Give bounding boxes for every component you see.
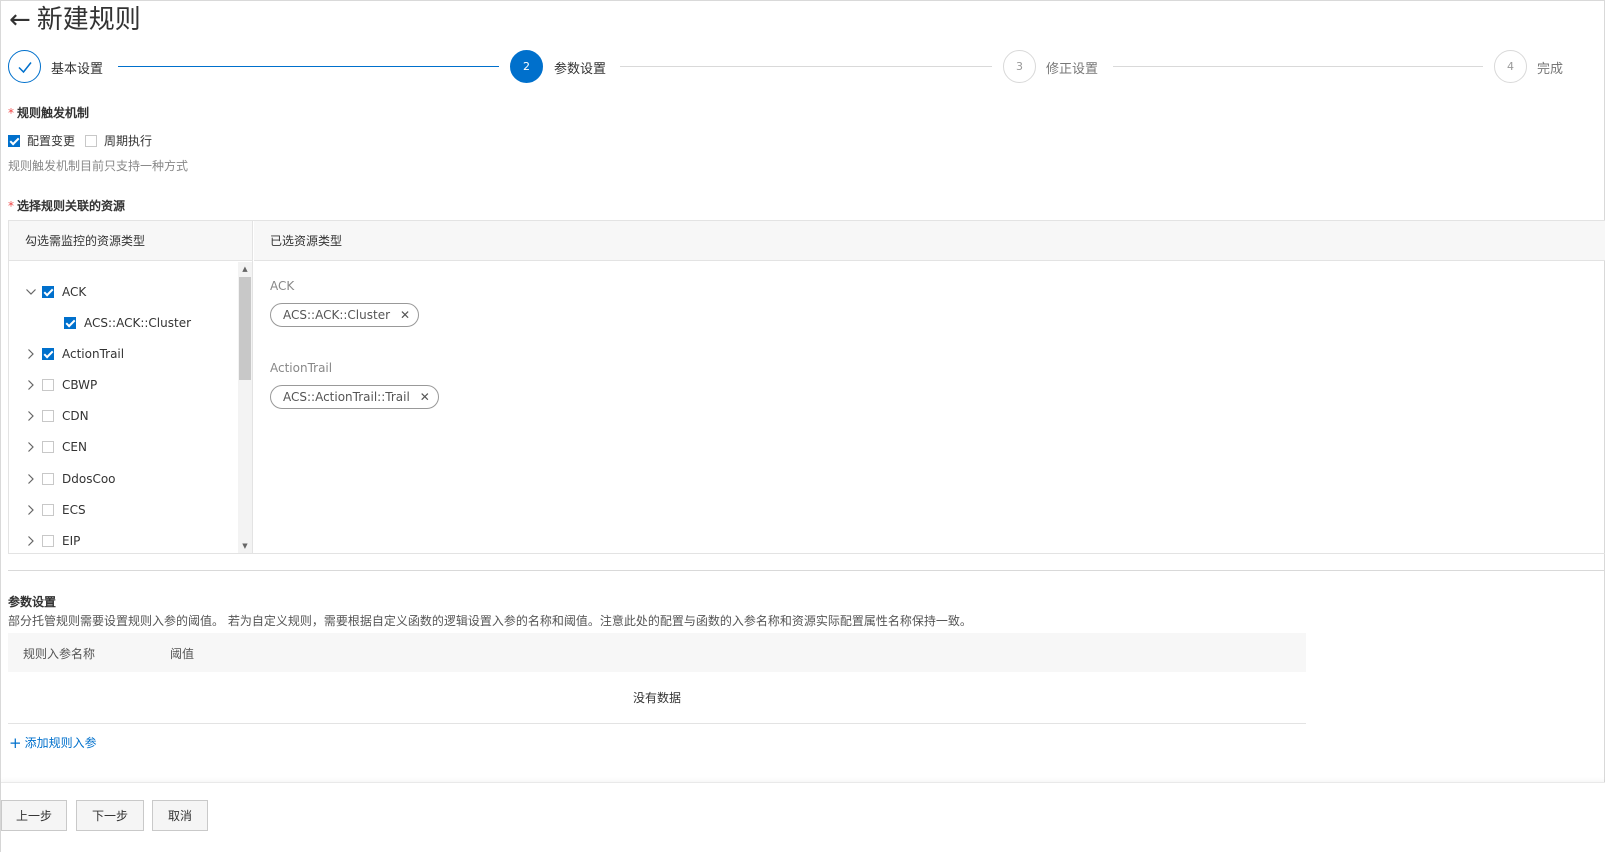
checkbox-checked[interactable] (64, 317, 76, 329)
column-header-name: 规则入参名称 (23, 647, 96, 661)
right-pane-header: 已选资源类型 (254, 221, 1605, 261)
step-indicator: 基本设置 2 参数设置 3 修正设置 4 完成 (8, 50, 1605, 84)
tree-item-cbwp[interactable]: CBWP (25, 375, 97, 395)
checkbox-unchecked[interactable] (42, 379, 54, 391)
chevron-right-icon[interactable] (25, 473, 37, 485)
checkbox-unchecked[interactable] (42, 410, 54, 422)
checkbox-checked[interactable] (42, 286, 54, 298)
tree-item-eip[interactable]: EIP (25, 531, 80, 551)
cancel-button[interactable]: 取消 (152, 800, 208, 831)
column-header-threshold: 阈值 (170, 647, 195, 661)
tree-item-ack-cluster[interactable]: ACS::ACK::Cluster (64, 313, 191, 333)
resource-tree: ACK ACS::ACK::Cluster ActionTrail CBWP C… (9, 262, 237, 553)
step-2-number: 2 (510, 50, 543, 83)
chevron-right-icon[interactable] (25, 504, 37, 516)
plus-icon: + (9, 733, 22, 752)
checkbox-unchecked[interactable] (42, 473, 54, 485)
tree-item-actiontrail[interactable]: ActionTrail (25, 344, 124, 364)
page-header: ← 新建规则 (9, 3, 141, 37)
trigger-options: 配置变更 周期执行 (8, 132, 162, 149)
selected-group-title: ACK (270, 279, 295, 293)
checkbox-unchecked[interactable] (42, 535, 54, 547)
resource-tree-pane: 勾选需监控的资源类型 ACK ACS::ACK::Cluster ActionT… (9, 221, 253, 553)
table-header: 规则入参名称 阈值 (8, 633, 1306, 672)
close-icon[interactable]: ✕ (420, 390, 430, 404)
trigger-hint: 规则触发机制目前只支持一种方式 (8, 159, 189, 173)
step-connector (1113, 66, 1483, 67)
arrow-left-icon[interactable]: ← (9, 5, 31, 35)
params-title: 参数设置 (8, 595, 57, 609)
chevron-right-icon[interactable] (25, 379, 37, 391)
tree-scrollbar[interactable]: ▲ ▼ (238, 262, 252, 553)
params-description: 部分托管规则需要设置规则入参的阈值。 若为自定义规则，需要根据自定义函数的逻辑设… (8, 614, 972, 628)
required-mark: * (8, 106, 14, 120)
checkbox-unchecked[interactable] (42, 441, 54, 453)
chevron-right-icon[interactable] (25, 441, 37, 453)
step-3-label: 修正设置 (1046, 62, 1099, 77)
resource-label: * 选择规则关联的资源 (8, 199, 126, 213)
resource-transfer: 勾选需监控的资源类型 ACK ACS::ACK::Cluster ActionT… (8, 220, 1605, 554)
page-title: 新建规则 (36, 5, 141, 35)
checkbox-unchecked[interactable] (42, 504, 54, 516)
chevron-down-icon[interactable] (25, 286, 37, 298)
tree-item-ecs[interactable]: ECS (25, 500, 86, 520)
params-table: 规则入参名称 阈值 没有数据 (8, 633, 1306, 725)
selected-resources-pane: 已选资源类型 ACK ACS::ACK::Cluster ✕ ActionTra… (254, 221, 1605, 553)
selected-tag: ACS::ActionTrail::Trail ✕ (270, 385, 439, 409)
section-divider (8, 570, 1605, 571)
trigger-option-periodic[interactable]: 周期执行 (85, 132, 152, 149)
scroll-up-icon[interactable]: ▲ (238, 262, 252, 276)
chevron-right-icon[interactable] (25, 535, 37, 547)
step-connector (620, 66, 992, 67)
prev-button[interactable]: 上一步 (1, 800, 67, 831)
selected-group-title: ActionTrail (270, 361, 333, 375)
chevron-right-icon[interactable] (25, 348, 37, 360)
step-3-number: 3 (1003, 50, 1036, 83)
footer-bar: 上一步 下一步 取消 (1, 782, 1605, 852)
checkbox-checked[interactable] (8, 134, 20, 147)
left-pane-header: 勾选需监控的资源类型 (9, 221, 252, 261)
step-1-check-icon (8, 50, 41, 83)
page-frame: ← 新建规则 基本设置 2 参数设置 3 修正设置 4 完成 * 规则触发机制 配… (0, 0, 1605, 852)
trigger-label: * 规则触发机制 (8, 106, 90, 120)
scroll-down-icon[interactable]: ▼ (238, 539, 252, 553)
close-icon[interactable]: ✕ (400, 308, 410, 322)
step-connector (118, 66, 499, 67)
checkbox-checked[interactable] (42, 348, 54, 360)
tree-item-cen[interactable]: CEN (25, 437, 87, 457)
step-4-label: 完成 (1537, 62, 1564, 77)
trigger-option-config-change[interactable]: 配置变更 (8, 132, 75, 149)
step-1-label: 基本设置 (51, 62, 104, 77)
checkbox-unchecked[interactable] (85, 134, 98, 147)
add-param-link[interactable]: + 添加规则入参 (9, 734, 97, 751)
required-mark: * (8, 199, 14, 213)
step-2-label: 参数设置 (554, 62, 607, 77)
tree-item-ddoscoo[interactable]: DdosCoo (25, 469, 116, 489)
selected-tag: ACS::ACK::Cluster ✕ (270, 303, 420, 327)
empty-state: 没有数据 (8, 672, 1306, 724)
tree-item-cdn[interactable]: CDN (25, 406, 89, 426)
tree-item-ack[interactable]: ACK (25, 282, 86, 302)
step-4-number: 4 (1494, 50, 1527, 83)
next-button[interactable]: 下一步 (76, 800, 144, 831)
chevron-right-icon[interactable] (25, 410, 37, 422)
scroll-thumb[interactable] (239, 277, 251, 380)
